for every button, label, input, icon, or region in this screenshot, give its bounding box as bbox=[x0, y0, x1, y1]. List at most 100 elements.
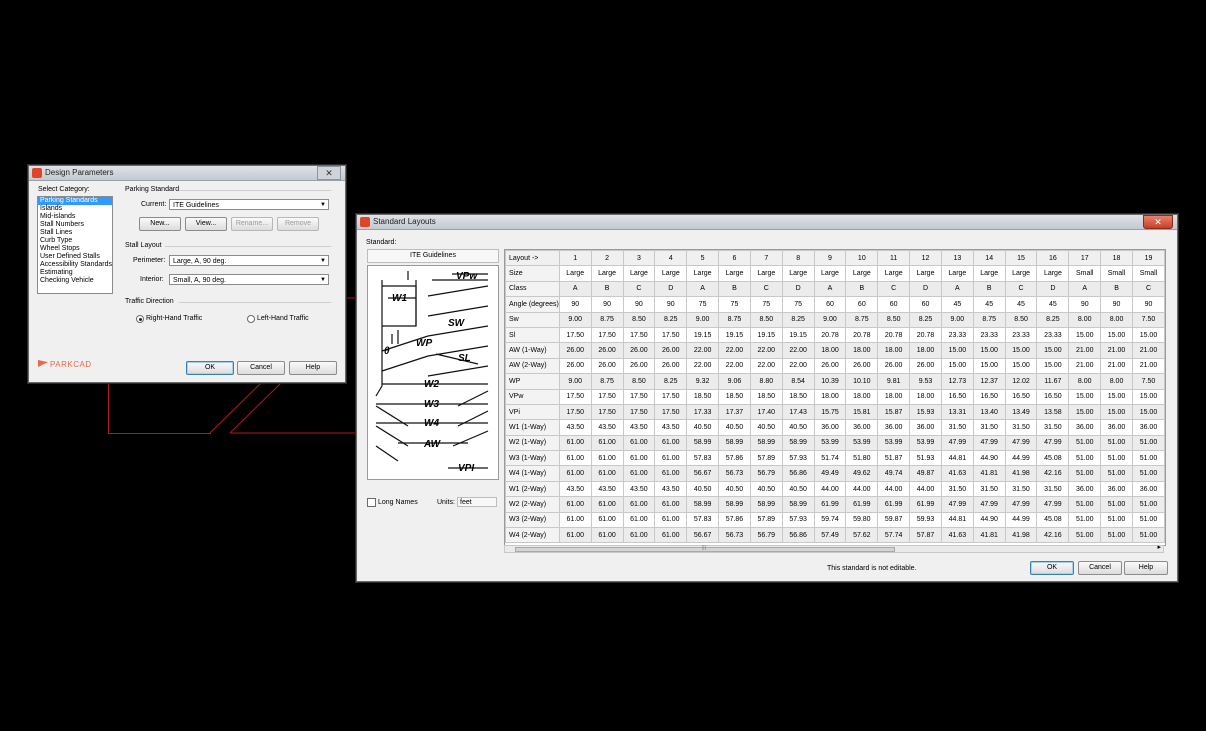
table-cell[interactable]: 61.00 bbox=[654, 450, 688, 467]
table-cell[interactable]: Large bbox=[909, 265, 942, 282]
table-cell[interactable]: 31.50 bbox=[1036, 480, 1070, 498]
table-cell[interactable]: 20.78 bbox=[845, 326, 879, 344]
table-cell[interactable]: 61.00 bbox=[654, 527, 688, 544]
table-cell[interactable]: 9.32 bbox=[686, 373, 720, 390]
table-cell[interactable]: 44.00 bbox=[845, 480, 879, 498]
table-cell[interactable]: 56.79 bbox=[749, 465, 783, 482]
table-cell[interactable]: 13.40 bbox=[972, 403, 1006, 421]
table-cell[interactable]: 44.00 bbox=[813, 480, 847, 498]
table-cell[interactable]: D bbox=[781, 280, 815, 298]
table-cell[interactable]: 61.00 bbox=[590, 527, 624, 544]
table-cell[interactable]: 61.00 bbox=[590, 434, 624, 452]
table-cell[interactable]: 17.50 bbox=[622, 326, 656, 344]
table-cell[interactable]: 90 bbox=[654, 296, 688, 313]
table-cell[interactable]: 61.00 bbox=[622, 465, 656, 482]
close-icon[interactable]: ✕ bbox=[317, 166, 341, 180]
interior-select[interactable]: Small, A, 90 deg. ▼ bbox=[169, 274, 329, 285]
remove-button[interactable]: Remove bbox=[277, 217, 319, 231]
table-cell[interactable]: 51.00 bbox=[1100, 527, 1133, 544]
table-cell[interactable]: 9.00 bbox=[558, 373, 592, 390]
table-cell[interactable]: 61.00 bbox=[654, 434, 688, 452]
table-cell[interactable]: 17.50 bbox=[622, 388, 656, 405]
table-cell[interactable]: 8.75 bbox=[718, 311, 751, 328]
table-cell[interactable]: 15.00 bbox=[940, 357, 974, 375]
table-cell[interactable]: 51.00 bbox=[1131, 450, 1165, 467]
table-cell[interactable]: 61.00 bbox=[622, 511, 656, 529]
table-cell[interactable]: C bbox=[1004, 280, 1038, 298]
table-cell[interactable]: A bbox=[558, 280, 592, 298]
table-cell[interactable]: 15.81 bbox=[845, 403, 879, 421]
table-cell[interactable]: 26.00 bbox=[909, 357, 942, 375]
table-cell[interactable]: 26.00 bbox=[654, 357, 688, 375]
table-cell[interactable]: 75 bbox=[781, 296, 815, 313]
column-header[interactable]: 10 bbox=[845, 250, 879, 267]
table-cell[interactable]: 40.50 bbox=[749, 480, 783, 498]
ok-button[interactable]: OK bbox=[186, 361, 234, 375]
table-cell[interactable]: 41.98 bbox=[1004, 527, 1038, 544]
table-cell[interactable]: 15.00 bbox=[1068, 388, 1102, 405]
table-cell[interactable]: 47.99 bbox=[940, 434, 974, 452]
table-cell[interactable]: 51.00 bbox=[1131, 511, 1165, 529]
table-cell[interactable]: 45 bbox=[1036, 296, 1070, 313]
table-cell[interactable]: 41.63 bbox=[940, 527, 974, 544]
table-cell[interactable]: 10.39 bbox=[813, 373, 847, 390]
right-hand-traffic-label[interactable]: Right-Hand Traffic bbox=[146, 315, 202, 322]
table-cell[interactable]: 58.99 bbox=[718, 434, 751, 452]
table-cell[interactable]: 17.50 bbox=[654, 388, 688, 405]
table-cell[interactable]: 26.00 bbox=[622, 342, 656, 359]
table-cell[interactable]: 15.00 bbox=[1068, 326, 1102, 344]
category-item[interactable]: Islands bbox=[38, 205, 112, 213]
table-cell[interactable]: 56.73 bbox=[718, 527, 751, 544]
table-cell[interactable]: Large bbox=[654, 265, 688, 282]
table-cell[interactable]: 23.33 bbox=[972, 326, 1006, 344]
table-cell[interactable]: 51.00 bbox=[1100, 496, 1133, 513]
table-cell[interactable]: 44.90 bbox=[972, 450, 1006, 467]
table-cell[interactable]: 36.00 bbox=[877, 419, 911, 436]
table-cell[interactable]: 51.93 bbox=[909, 450, 942, 467]
table-cell[interactable]: 21.00 bbox=[1068, 357, 1102, 375]
table-cell[interactable]: 20.78 bbox=[813, 326, 847, 344]
table-cell[interactable]: 31.50 bbox=[940, 419, 974, 436]
table-cell[interactable]: 56.79 bbox=[749, 527, 783, 544]
table-cell[interactable]: 15.00 bbox=[1131, 403, 1165, 421]
table-cell[interactable]: 61.00 bbox=[590, 465, 624, 482]
table-cell[interactable]: 61.00 bbox=[558, 527, 592, 544]
category-item[interactable]: Checking Vehicle bbox=[38, 277, 112, 285]
table-cell[interactable]: 18.00 bbox=[813, 342, 847, 359]
table-cell[interactable]: Large bbox=[813, 265, 847, 282]
table-cell[interactable]: 75 bbox=[749, 296, 783, 313]
table-cell[interactable]: Large bbox=[558, 265, 592, 282]
table-cell[interactable]: 43.50 bbox=[590, 419, 624, 436]
table-cell[interactable]: 90 bbox=[1068, 296, 1102, 313]
table-cell[interactable]: 15.00 bbox=[1004, 342, 1038, 359]
view-button[interactable]: View... bbox=[185, 217, 227, 231]
table-cell[interactable]: 61.00 bbox=[590, 496, 624, 513]
table-cell[interactable]: 8.25 bbox=[781, 311, 815, 328]
table-cell[interactable]: 8.25 bbox=[654, 373, 688, 390]
table-cell[interactable]: 23.33 bbox=[1036, 326, 1070, 344]
table-cell[interactable]: 9.81 bbox=[877, 373, 911, 390]
table-cell[interactable]: 40.50 bbox=[781, 419, 815, 436]
table-cell[interactable]: 9.00 bbox=[558, 311, 592, 328]
table-cell[interactable]: Large bbox=[845, 265, 879, 282]
right-hand-traffic-radio[interactable] bbox=[136, 315, 144, 323]
table-cell[interactable]: B bbox=[718, 280, 751, 298]
table-cell[interactable]: 41.81 bbox=[972, 465, 1006, 482]
table-cell[interactable]: 57.87 bbox=[909, 527, 942, 544]
category-item[interactable]: User Defined Stalls bbox=[38, 253, 112, 261]
table-cell[interactable]: 42.16 bbox=[1036, 527, 1070, 544]
table-cell[interactable]: 26.00 bbox=[590, 357, 624, 375]
table-cell[interactable]: 12.02 bbox=[1004, 373, 1038, 390]
table-cell[interactable]: 44.99 bbox=[1004, 450, 1038, 467]
table-cell[interactable]: 15.00 bbox=[1131, 388, 1165, 405]
table-cell[interactable]: 44.81 bbox=[940, 450, 974, 467]
table-cell[interactable]: 40.50 bbox=[686, 480, 720, 498]
table-cell[interactable]: 47.99 bbox=[1036, 434, 1070, 452]
table-cell[interactable]: 16.50 bbox=[940, 388, 974, 405]
table-cell[interactable]: 61.99 bbox=[845, 496, 879, 513]
table-cell[interactable]: 57.89 bbox=[749, 511, 783, 529]
table-cell[interactable]: 75 bbox=[686, 296, 720, 313]
table-cell[interactable]: 17.37 bbox=[718, 403, 751, 421]
table-cell[interactable]: 9.06 bbox=[718, 373, 751, 390]
table-cell[interactable]: 59.74 bbox=[813, 511, 847, 529]
